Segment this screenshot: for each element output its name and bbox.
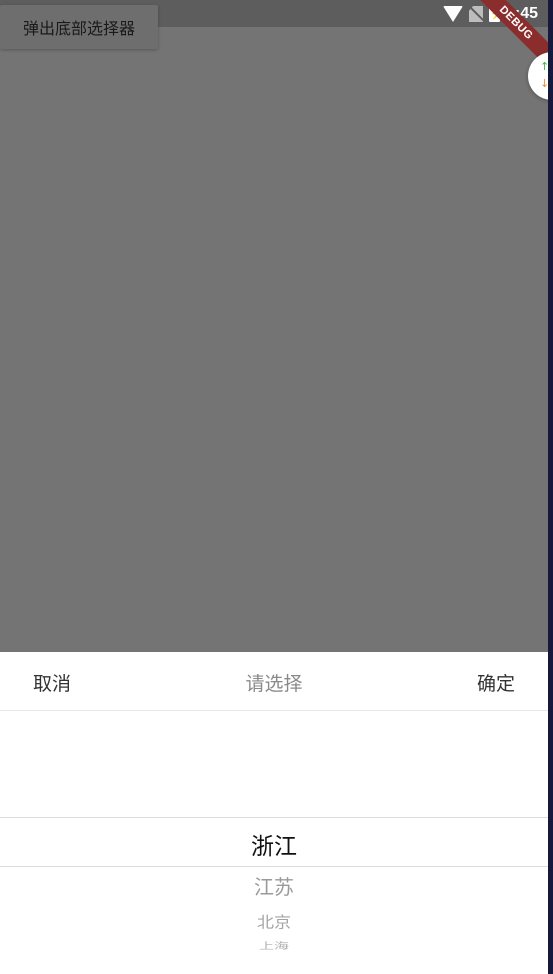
arrow-up-icon: ↑ <box>540 60 548 73</box>
picker-item[interactable]: 上海 <box>0 939 548 952</box>
floating-scroll-handle[interactable]: ↑ ↓ <box>528 52 548 100</box>
picker-item-selected[interactable]: 浙江 <box>0 827 548 861</box>
picker-item[interactable]: 北京 <box>0 909 548 932</box>
selection-top-line <box>0 817 548 818</box>
no-sim-icon <box>468 6 483 22</box>
picker-header: 取消 请选择 确定 <box>0 652 548 711</box>
wifi-icon <box>442 6 463 22</box>
picker-title: 请选择 <box>245 673 303 695</box>
selection-bottom-line <box>0 866 548 867</box>
bottom-picker-sheet: 取消 请选择 确定 浙江 江苏 北京 上海 <box>0 652 548 974</box>
arrow-down-icon: ↓ <box>540 77 548 90</box>
confirm-button[interactable]: 确定 <box>477 669 515 696</box>
picker-wheel[interactable]: 浙江 江苏 北京 上海 <box>0 711 548 974</box>
app-screen: 9:45 DEBUG 弹出底部选择器 ↑ ↓ 取消 请选择 确定 浙江 江苏 北… <box>0 0 548 974</box>
open-bottom-picker-button[interactable]: 弹出底部选择器 <box>0 5 158 49</box>
picker-item[interactable]: 江苏 <box>0 871 548 900</box>
